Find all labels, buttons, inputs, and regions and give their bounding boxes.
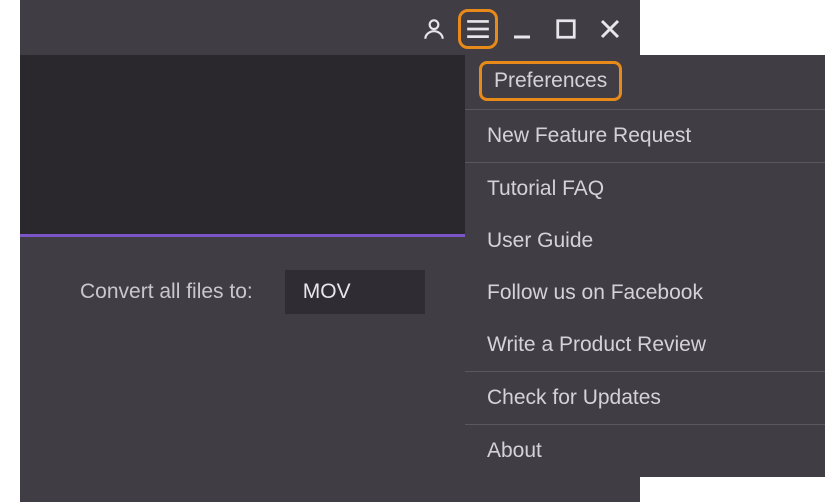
menu-item-check-updates[interactable]: Check for Updates (465, 372, 825, 424)
content-panel (20, 55, 465, 237)
format-select-value: MOV (303, 280, 351, 303)
convert-label: Convert all files to: (80, 280, 253, 304)
menu-item-tutorial-faq[interactable]: Tutorial FAQ (465, 163, 825, 215)
close-button[interactable] (590, 9, 630, 49)
menu-item-new-feature-request[interactable]: New Feature Request (465, 110, 825, 162)
menu-item-follow-facebook[interactable]: Follow us on Facebook (465, 267, 825, 319)
menu-item-about[interactable]: About (465, 425, 825, 477)
format-select[interactable]: MOV (285, 270, 425, 314)
minimize-button[interactable] (502, 9, 542, 49)
hamburger-menu-dropdown: Preferences New Feature Request Tutorial… (465, 55, 825, 477)
maximize-button[interactable] (546, 9, 586, 49)
hamburger-menu-icon[interactable] (458, 9, 498, 49)
account-icon[interactable] (414, 9, 454, 49)
titlebar (414, 5, 640, 53)
menu-item-write-review[interactable]: Write a Product Review (465, 319, 825, 371)
convert-row: Convert all files to: MOV (80, 270, 425, 314)
menu-item-user-guide[interactable]: User Guide (465, 215, 825, 267)
menu-item-preferences[interactable]: Preferences (479, 61, 622, 101)
